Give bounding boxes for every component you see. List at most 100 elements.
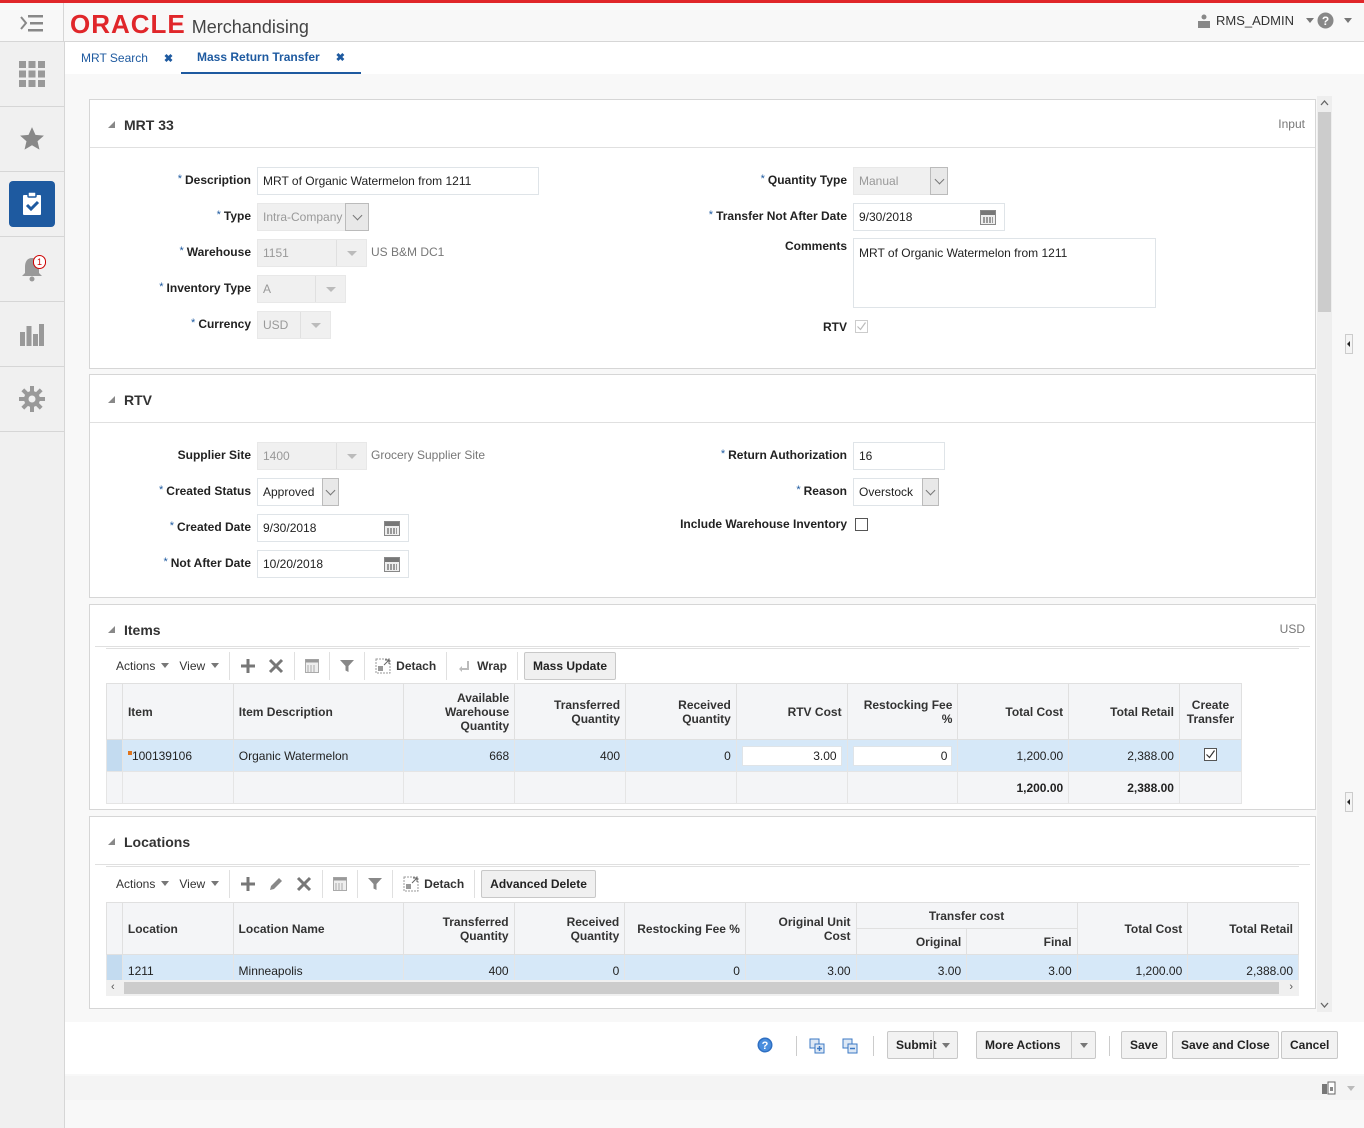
column-header[interactable]: Create Transfer bbox=[1178, 683, 1243, 740]
create-transfer-checkbox[interactable] bbox=[1203, 747, 1217, 761]
mass-update-button[interactable]: Mass Update bbox=[523, 651, 616, 680]
collapse-icon[interactable] bbox=[108, 838, 115, 845]
vertical-scrollbar[interactable] bbox=[1317, 96, 1332, 1012]
user-menu[interactable]: RMS_ADMIN bbox=[1197, 13, 1314, 28]
scroll-up-icon[interactable] bbox=[1320, 99, 1329, 106]
column-header[interactable]: Location bbox=[121, 902, 234, 955]
advanced-delete-button[interactable]: Advanced Delete bbox=[481, 869, 596, 898]
filter-button[interactable] bbox=[330, 649, 364, 683]
return-authorization-input[interactable]: 16 bbox=[853, 442, 945, 470]
created-status-select[interactable]: Approved bbox=[257, 478, 339, 506]
column-header[interactable]: RTV Cost bbox=[735, 683, 848, 740]
more-actions-menu-button[interactable] bbox=[1071, 1032, 1095, 1058]
sidebar-item-tasks[interactable] bbox=[0, 42, 64, 107]
accessibility-icon[interactable] bbox=[1322, 1081, 1338, 1095]
collapse-icon[interactable] bbox=[108, 121, 115, 128]
table-row[interactable]: 100139106 Organic Watermelon 668 400 0 3… bbox=[106, 739, 1243, 772]
tab-mass-return-transfer[interactable]: Mass Return Transfer ✖ bbox=[181, 42, 361, 74]
description-input[interactable]: MRT of Organic Watermelon from 1211 bbox=[257, 167, 539, 195]
column-header[interactable]: Transferred Quantity bbox=[514, 683, 627, 740]
not-after-date-input[interactable]: 10/20/2018 bbox=[257, 550, 409, 578]
column-header[interactable]: Total Cost bbox=[957, 683, 1070, 740]
add-button[interactable] bbox=[230, 867, 266, 901]
reason-select[interactable]: Overstock bbox=[853, 478, 939, 506]
created-date-input[interactable]: 9/30/2018 bbox=[257, 514, 409, 542]
sidebar-item-active-tasks[interactable] bbox=[0, 172, 64, 237]
rtv-panel-header[interactable]: RTV bbox=[90, 375, 1315, 423]
save-button[interactable]: Save bbox=[1121, 1031, 1168, 1059]
transfer-not-after-date-input[interactable]: 9/30/2018 bbox=[853, 203, 1005, 231]
save-and-close-button[interactable]: Save and Close bbox=[1172, 1031, 1279, 1059]
column-header[interactable]: Total Retail bbox=[1068, 683, 1180, 740]
chevron-down-icon[interactable] bbox=[1347, 1086, 1355, 1091]
collapse-icon[interactable] bbox=[108, 396, 115, 403]
calendar-icon[interactable] bbox=[384, 521, 400, 536]
x-icon bbox=[297, 876, 312, 891]
detach-button[interactable]: Detach bbox=[393, 867, 474, 901]
help-menu[interactable]: ? bbox=[1317, 12, 1352, 29]
close-icon[interactable]: ✖ bbox=[164, 52, 173, 65]
comments-textarea[interactable]: MRT of Organic Watermelon from 1211 bbox=[853, 238, 1156, 308]
close-icon[interactable]: ✖ bbox=[336, 51, 345, 64]
expand-panel-button[interactable] bbox=[1345, 792, 1353, 812]
wrap-button[interactable]: Wrap bbox=[447, 649, 517, 683]
tab-mrt-search[interactable]: MRT Search ✖ bbox=[81, 42, 173, 74]
view-menu[interactable]: View bbox=[179, 867, 229, 901]
collapse-icon[interactable] bbox=[108, 626, 115, 633]
collapse-all-icon[interactable] bbox=[842, 1038, 858, 1054]
restocking-fee-input[interactable]: 0 bbox=[852, 745, 953, 766]
expand-panel-button[interactable] bbox=[1345, 334, 1353, 354]
scroll-down-icon[interactable] bbox=[1320, 1002, 1329, 1009]
scroll-right-icon[interactable]: › bbox=[1289, 981, 1293, 993]
submit-menu-button[interactable] bbox=[933, 1032, 957, 1058]
calendar-icon[interactable] bbox=[980, 210, 996, 225]
column-header[interactable]: Available Warehouse Quantity bbox=[403, 683, 516, 740]
actions-menu[interactable]: Actions bbox=[106, 649, 179, 683]
scroll-left-icon[interactable]: ‹ bbox=[111, 981, 115, 993]
column-header[interactable]: Total Retail bbox=[1187, 902, 1299, 955]
column-header[interactable]: Final bbox=[966, 928, 1078, 955]
rtv-cost-input[interactable]: 3.00 bbox=[741, 745, 842, 766]
mrt-panel-header[interactable]: MRT 33 Input bbox=[90, 100, 1315, 148]
locations-panel-header[interactable]: Locations bbox=[90, 817, 1315, 865]
sidebar-item-favorites[interactable] bbox=[0, 107, 64, 172]
include-warehouse-inventory-checkbox[interactable] bbox=[855, 518, 868, 531]
column-header[interactable]: Transferred Quantity bbox=[402, 902, 515, 955]
expand-all-icon[interactable] bbox=[809, 1038, 825, 1054]
column-header[interactable]: Item bbox=[121, 683, 234, 740]
help-icon[interactable]: ? bbox=[757, 1037, 773, 1053]
filter-button[interactable] bbox=[358, 867, 392, 901]
column-header[interactable]: Original bbox=[855, 928, 968, 955]
edit-button[interactable] bbox=[266, 867, 294, 901]
navigator-toggle-button[interactable] bbox=[0, 3, 64, 42]
column-header[interactable]: Location Name bbox=[232, 902, 404, 955]
sidebar-item-notifications[interactable]: 1 bbox=[0, 237, 64, 302]
horizontal-scrollbar[interactable]: ‹ › bbox=[106, 980, 1299, 996]
dropdown-button[interactable] bbox=[922, 478, 939, 506]
delete-button[interactable] bbox=[294, 867, 322, 901]
dropdown-button[interactable] bbox=[322, 478, 339, 506]
column-header[interactable]: Received Quantity bbox=[625, 683, 737, 740]
sidebar-item-reports[interactable] bbox=[0, 302, 64, 367]
delete-button[interactable] bbox=[266, 649, 294, 683]
help-icon: ? bbox=[1317, 12, 1334, 29]
detach-button[interactable]: Detach bbox=[365, 649, 446, 683]
export-button[interactable] bbox=[323, 867, 357, 901]
column-header[interactable]: Total Cost bbox=[1076, 902, 1189, 955]
column-header[interactable]: Restocking Fee % bbox=[846, 683, 959, 740]
scrollbar-thumb[interactable] bbox=[124, 982, 1279, 994]
export-button[interactable] bbox=[295, 649, 329, 683]
calendar-icon[interactable] bbox=[384, 557, 400, 572]
view-menu[interactable]: View bbox=[179, 649, 229, 683]
column-header[interactable]: Original Unit Cost bbox=[744, 902, 857, 955]
actions-menu[interactable]: Actions bbox=[106, 867, 179, 901]
more-actions-button[interactable]: More Actions bbox=[976, 1031, 1096, 1059]
sidebar-item-settings[interactable] bbox=[0, 367, 64, 432]
scrollbar-thumb[interactable] bbox=[1318, 112, 1331, 312]
column-header[interactable]: Restocking Fee % bbox=[624, 902, 746, 955]
column-header[interactable]: Item Description bbox=[232, 683, 405, 740]
submit-button[interactable]: Submit bbox=[887, 1031, 958, 1059]
add-button[interactable] bbox=[230, 649, 266, 683]
column-header[interactable]: Received Quantity bbox=[513, 902, 626, 955]
cancel-button[interactable]: Cancel bbox=[1281, 1031, 1339, 1059]
